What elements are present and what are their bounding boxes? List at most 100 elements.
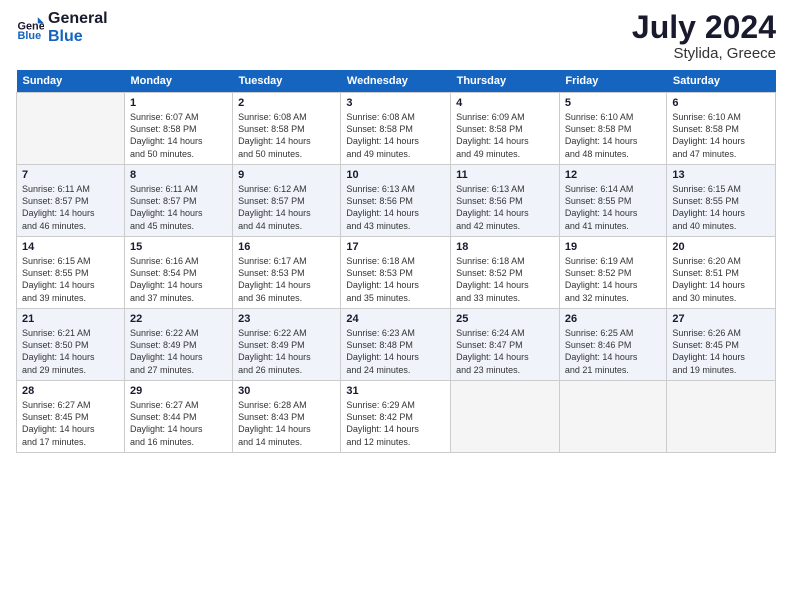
location: Stylida, Greece [632, 45, 776, 62]
cell-w2-d2: 9 Sunrise: 6:12 AMSunset: 8:57 PMDaylight… [233, 165, 341, 237]
header: General Blue General Blue July 2024 Styl… [16, 10, 776, 62]
cell-w3-d4: 18 Sunrise: 6:18 AMSunset: 8:52 PMDayligh… [451, 237, 560, 309]
cell-w4-d3: 24 Sunrise: 6:23 AMSunset: 8:48 PMDayligh… [341, 309, 451, 381]
month-year: July 2024 [632, 10, 776, 45]
day-number: 24 [346, 313, 445, 325]
cell-w1-d3: 3Sunrise: 6:08 AMSunset: 8:58 PMDaylight… [341, 93, 451, 165]
cell-w4-d5: 26 Sunrise: 6:25 AMSunset: 8:46 PMDayligh… [559, 309, 667, 381]
day-info: Sunrise: 6:08 AMSunset: 8:58 PMDaylight:… [346, 111, 445, 160]
svg-text:Blue: Blue [18, 29, 42, 41]
day-info: Sunrise: 6:07 AMSunset: 8:58 PMDaylight:… [130, 111, 227, 160]
day-number: 21 [22, 313, 119, 325]
day-number: 2 [238, 97, 335, 109]
day-number: 10 [346, 169, 445, 181]
calendar-table: Sunday Monday Tuesday Wednesday Thursday… [16, 70, 776, 453]
cell-w2-d0: 7Sunrise: 6:11 AMSunset: 8:57 PMDaylight… [17, 165, 125, 237]
day-number: 26 [565, 313, 662, 325]
day-number: 13 [672, 169, 770, 181]
cell-w2-d4: 11 Sunrise: 6:13 AMSunset: 8:56 PMDayligh… [451, 165, 560, 237]
day-info: Sunrise: 6:21 AMSunset: 8:50 PMDaylight:… [22, 327, 119, 376]
day-number: 6 [672, 97, 770, 109]
cell-w5-d5 [559, 381, 667, 453]
cell-w1-d6: 6 Sunrise: 6:10 AMSunset: 8:58 PMDaylight… [667, 93, 776, 165]
day-info: Sunrise: 6:13 AMSunset: 8:56 PMDaylight:… [456, 183, 554, 232]
day-info: Sunrise: 6:22 AMSunset: 8:49 PMDaylight:… [130, 327, 227, 376]
day-info: Sunrise: 6:15 AMSunset: 8:55 PMDaylight:… [22, 255, 119, 304]
week-row-1: 1 Sunrise: 6:07 AMSunset: 8:58 PMDaylight… [17, 93, 776, 165]
day-number: 12 [565, 169, 662, 181]
week-row-5: 28Sunrise: 6:27 AMSunset: 8:45 PMDayligh… [17, 381, 776, 453]
cell-w4-d2: 23 Sunrise: 6:22 AMSunset: 8:49 PMDayligh… [233, 309, 341, 381]
cell-w1-d2: 2 Sunrise: 6:08 AMSunset: 8:58 PMDaylight… [233, 93, 341, 165]
day-number: 4 [456, 97, 554, 109]
cell-w2-d5: 12 Sunrise: 6:14 AMSunset: 8:55 PMDayligh… [559, 165, 667, 237]
cell-w5-d1: 29 Sunrise: 6:27 AMSunset: 8:44 PMDayligh… [124, 381, 232, 453]
day-info: Sunrise: 6:29 AMSunset: 8:42 PMDaylight:… [346, 399, 445, 448]
page: General Blue General Blue July 2024 Styl… [0, 0, 792, 612]
day-number: 30 [238, 385, 335, 397]
calendar-header-row: Sunday Monday Tuesday Wednesday Thursday… [17, 70, 776, 93]
day-info: Sunrise: 6:12 AMSunset: 8:57 PMDaylight:… [238, 183, 335, 232]
day-number: 23 [238, 313, 335, 325]
day-number: 14 [22, 241, 119, 253]
day-info: Sunrise: 6:27 AMSunset: 8:44 PMDaylight:… [130, 399, 227, 448]
day-info: Sunrise: 6:09 AMSunset: 8:58 PMDaylight:… [456, 111, 554, 160]
cell-w2-d6: 13 Sunrise: 6:15 AMSunset: 8:55 PMDayligh… [667, 165, 776, 237]
cell-w3-d1: 15 Sunrise: 6:16 AMSunset: 8:54 PMDayligh… [124, 237, 232, 309]
col-sunday: Sunday [17, 70, 125, 93]
day-number: 20 [672, 241, 770, 253]
day-info: Sunrise: 6:15 AMSunset: 8:55 PMDaylight:… [672, 183, 770, 232]
day-number: 29 [130, 385, 227, 397]
day-info: Sunrise: 6:28 AMSunset: 8:43 PMDaylight:… [238, 399, 335, 448]
day-info: Sunrise: 6:26 AMSunset: 8:45 PMDaylight:… [672, 327, 770, 376]
day-info: Sunrise: 6:23 AMSunset: 8:48 PMDaylight:… [346, 327, 445, 376]
day-number: 17 [346, 241, 445, 253]
day-info: Sunrise: 6:18 AMSunset: 8:52 PMDaylight:… [456, 255, 554, 304]
cell-w3-d0: 14 Sunrise: 6:15 AMSunset: 8:55 PMDayligh… [17, 237, 125, 309]
day-number: 1 [130, 97, 227, 109]
day-info: Sunrise: 6:10 AMSunset: 8:58 PMDaylight:… [565, 111, 662, 160]
day-number: 5 [565, 97, 662, 109]
day-number: 19 [565, 241, 662, 253]
cell-w3-d5: 19 Sunrise: 6:19 AMSunset: 8:52 PMDayligh… [559, 237, 667, 309]
cell-w4-d6: 27Sunrise: 6:26 AMSunset: 8:45 PMDayligh… [667, 309, 776, 381]
col-monday: Monday [124, 70, 232, 93]
cell-w1-d4: 4 Sunrise: 6:09 AMSunset: 8:58 PMDaylight… [451, 93, 560, 165]
day-info: Sunrise: 6:17 AMSunset: 8:53 PMDaylight:… [238, 255, 335, 304]
day-number: 18 [456, 241, 554, 253]
cell-w3-d2: 16 Sunrise: 6:17 AMSunset: 8:53 PMDayligh… [233, 237, 341, 309]
day-info: Sunrise: 6:19 AMSunset: 8:52 PMDaylight:… [565, 255, 662, 304]
cell-w2-d3: 10Sunrise: 6:13 AMSunset: 8:56 PMDayligh… [341, 165, 451, 237]
col-saturday: Saturday [667, 70, 776, 93]
day-number: 16 [238, 241, 335, 253]
day-number: 11 [456, 169, 554, 181]
day-number: 7 [22, 169, 119, 181]
cell-w5-d0: 28Sunrise: 6:27 AMSunset: 8:45 PMDayligh… [17, 381, 125, 453]
day-info: Sunrise: 6:14 AMSunset: 8:55 PMDaylight:… [565, 183, 662, 232]
logo-blue: Blue [48, 28, 108, 46]
week-row-2: 7Sunrise: 6:11 AMSunset: 8:57 PMDaylight… [17, 165, 776, 237]
cell-w1-d5: 5 Sunrise: 6:10 AMSunset: 8:58 PMDaylight… [559, 93, 667, 165]
day-number: 8 [130, 169, 227, 181]
week-row-4: 21 Sunrise: 6:21 AMSunset: 8:50 PMDayligh… [17, 309, 776, 381]
day-info: Sunrise: 6:18 AMSunset: 8:53 PMDaylight:… [346, 255, 445, 304]
title-block: July 2024 Stylida, Greece [632, 10, 776, 62]
cell-w5-d4 [451, 381, 560, 453]
day-number: 31 [346, 385, 445, 397]
week-row-3: 14 Sunrise: 6:15 AMSunset: 8:55 PMDayligh… [17, 237, 776, 309]
day-info: Sunrise: 6:22 AMSunset: 8:49 PMDaylight:… [238, 327, 335, 376]
day-number: 9 [238, 169, 335, 181]
cell-w5-d6 [667, 381, 776, 453]
cell-w3-d6: 20Sunrise: 6:20 AMSunset: 8:51 PMDayligh… [667, 237, 776, 309]
logo: General Blue General Blue [16, 10, 108, 45]
col-tuesday: Tuesday [233, 70, 341, 93]
day-info: Sunrise: 6:25 AMSunset: 8:46 PMDaylight:… [565, 327, 662, 376]
day-number: 25 [456, 313, 554, 325]
day-info: Sunrise: 6:08 AMSunset: 8:58 PMDaylight:… [238, 111, 335, 160]
day-info: Sunrise: 6:16 AMSunset: 8:54 PMDaylight:… [130, 255, 227, 304]
cell-w5-d2: 30 Sunrise: 6:28 AMSunset: 8:43 PMDayligh… [233, 381, 341, 453]
col-thursday: Thursday [451, 70, 560, 93]
day-number: 15 [130, 241, 227, 253]
cell-w4-d4: 25Sunrise: 6:24 AMSunset: 8:47 PMDayligh… [451, 309, 560, 381]
day-info: Sunrise: 6:10 AMSunset: 8:58 PMDaylight:… [672, 111, 770, 160]
